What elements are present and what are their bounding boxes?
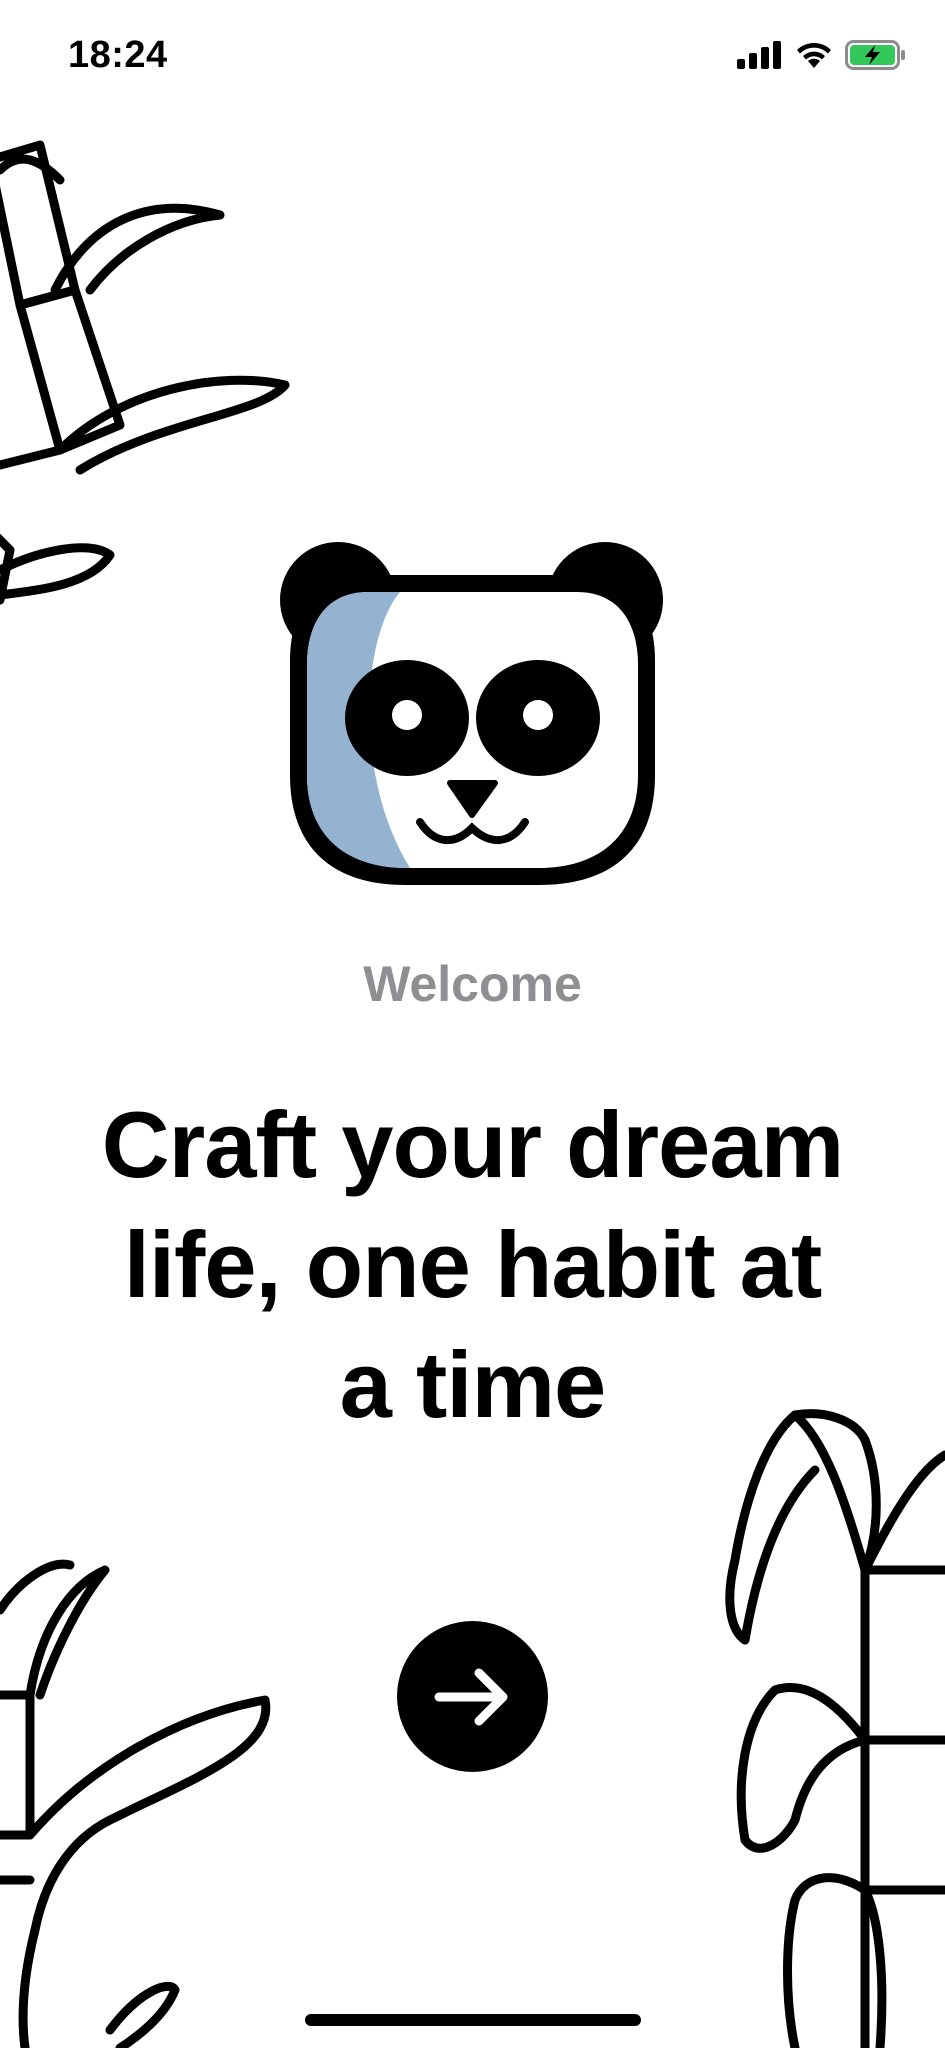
status-icons [737,40,907,70]
signal-icon [737,41,781,69]
next-button[interactable] [397,1621,548,1772]
panda-logo [280,542,663,885]
status-time: 18:24 [68,34,168,76]
home-indicator[interactable] [305,2014,641,2026]
arrow-right-icon [434,1668,507,1725]
battery-charging-icon [845,40,905,70]
headline: Craft your dream life, one habit at a ti… [101,1092,844,1437]
bamboo-decoration-top-left [0,140,290,605]
status-bar: 18:24 [0,0,945,120]
wifi-icon [797,42,831,68]
bamboo-decoration-bottom-left [0,1559,271,2048]
bamboo-decoration-bottom-right [725,1409,945,2048]
welcome-screen: 18:24 Welcome Craft your dream life, one… [0,0,945,2048]
welcome-label: Welcome [363,956,582,1012]
